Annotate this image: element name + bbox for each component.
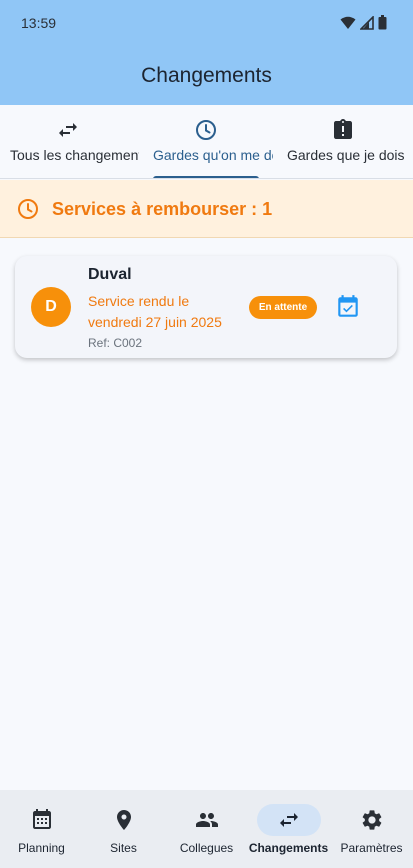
- nav-label: Planning: [18, 841, 65, 855]
- nav-parametres[interactable]: Paramètres: [330, 790, 413, 868]
- signal-icon: [360, 15, 374, 30]
- status-icons: [340, 15, 387, 30]
- nav-planning[interactable]: Planning: [0, 790, 83, 868]
- service-ref: Ref: C002: [88, 336, 143, 350]
- service-date: vendredi 27 juin 2025: [88, 314, 222, 330]
- swap-icon: [58, 123, 77, 137]
- tab-label: Tous les changements: [10, 147, 139, 163]
- nav-label: Sites: [110, 841, 137, 855]
- gear-icon: [362, 810, 381, 830]
- colleague-name: Duval: [88, 266, 132, 283]
- nav-label: Changements: [248, 841, 329, 855]
- bottom-navigation: Planning Sites Collegues Changements Par…: [0, 790, 413, 868]
- nav-label: Collegues: [179, 841, 234, 855]
- calendar-check-icon[interactable]: [335, 294, 361, 320]
- tab-owed-to-me[interactable]: Gardes qu'on me doit: [139, 105, 273, 178]
- battery-icon: [378, 15, 387, 30]
- status-badge: En attente: [249, 296, 317, 319]
- clipboard-alert-icon: [334, 119, 352, 139]
- location-pin-icon: [116, 810, 131, 830]
- active-tab-indicator: [153, 176, 259, 178]
- status-time: 13:59: [21, 15, 57, 31]
- refund-banner: Services à rembourser : 1: [0, 180, 413, 238]
- tab-all-changes[interactable]: Tous les changements: [0, 105, 139, 178]
- tab-i-owe[interactable]: Gardes que je dois: [273, 105, 413, 178]
- tab-bar: Tous les changements Gardes qu'on me doi…: [0, 105, 413, 179]
- swap-icon: [279, 813, 298, 827]
- banner-text: Services à rembourser : 1: [52, 199, 273, 219]
- nav-sites[interactable]: Sites: [82, 790, 165, 868]
- page-title: Changements: [141, 64, 272, 87]
- calendar-icon: [32, 809, 51, 829]
- service-card[interactable]: D Duval Service rendu le vendredi 27 jui…: [15, 256, 397, 358]
- clock-icon: [196, 120, 216, 140]
- nav-changements[interactable]: Changements: [247, 790, 330, 868]
- nav-label: Paramètres: [340, 841, 403, 855]
- status-bar: 13:59: [0, 0, 413, 46]
- nav-collegues[interactable]: Collegues: [165, 790, 248, 868]
- tab-label: Gardes qu'on me doit: [153, 147, 273, 163]
- app-bar: 13:59 Changements: [0, 0, 413, 105]
- service-description: Service rendu le: [88, 293, 190, 309]
- avatar: D: [31, 287, 71, 327]
- wifi-icon: [340, 16, 356, 29]
- tab-label: Gardes que je dois: [287, 147, 405, 163]
- clock-icon: [18, 199, 38, 219]
- people-icon: [195, 813, 218, 827]
